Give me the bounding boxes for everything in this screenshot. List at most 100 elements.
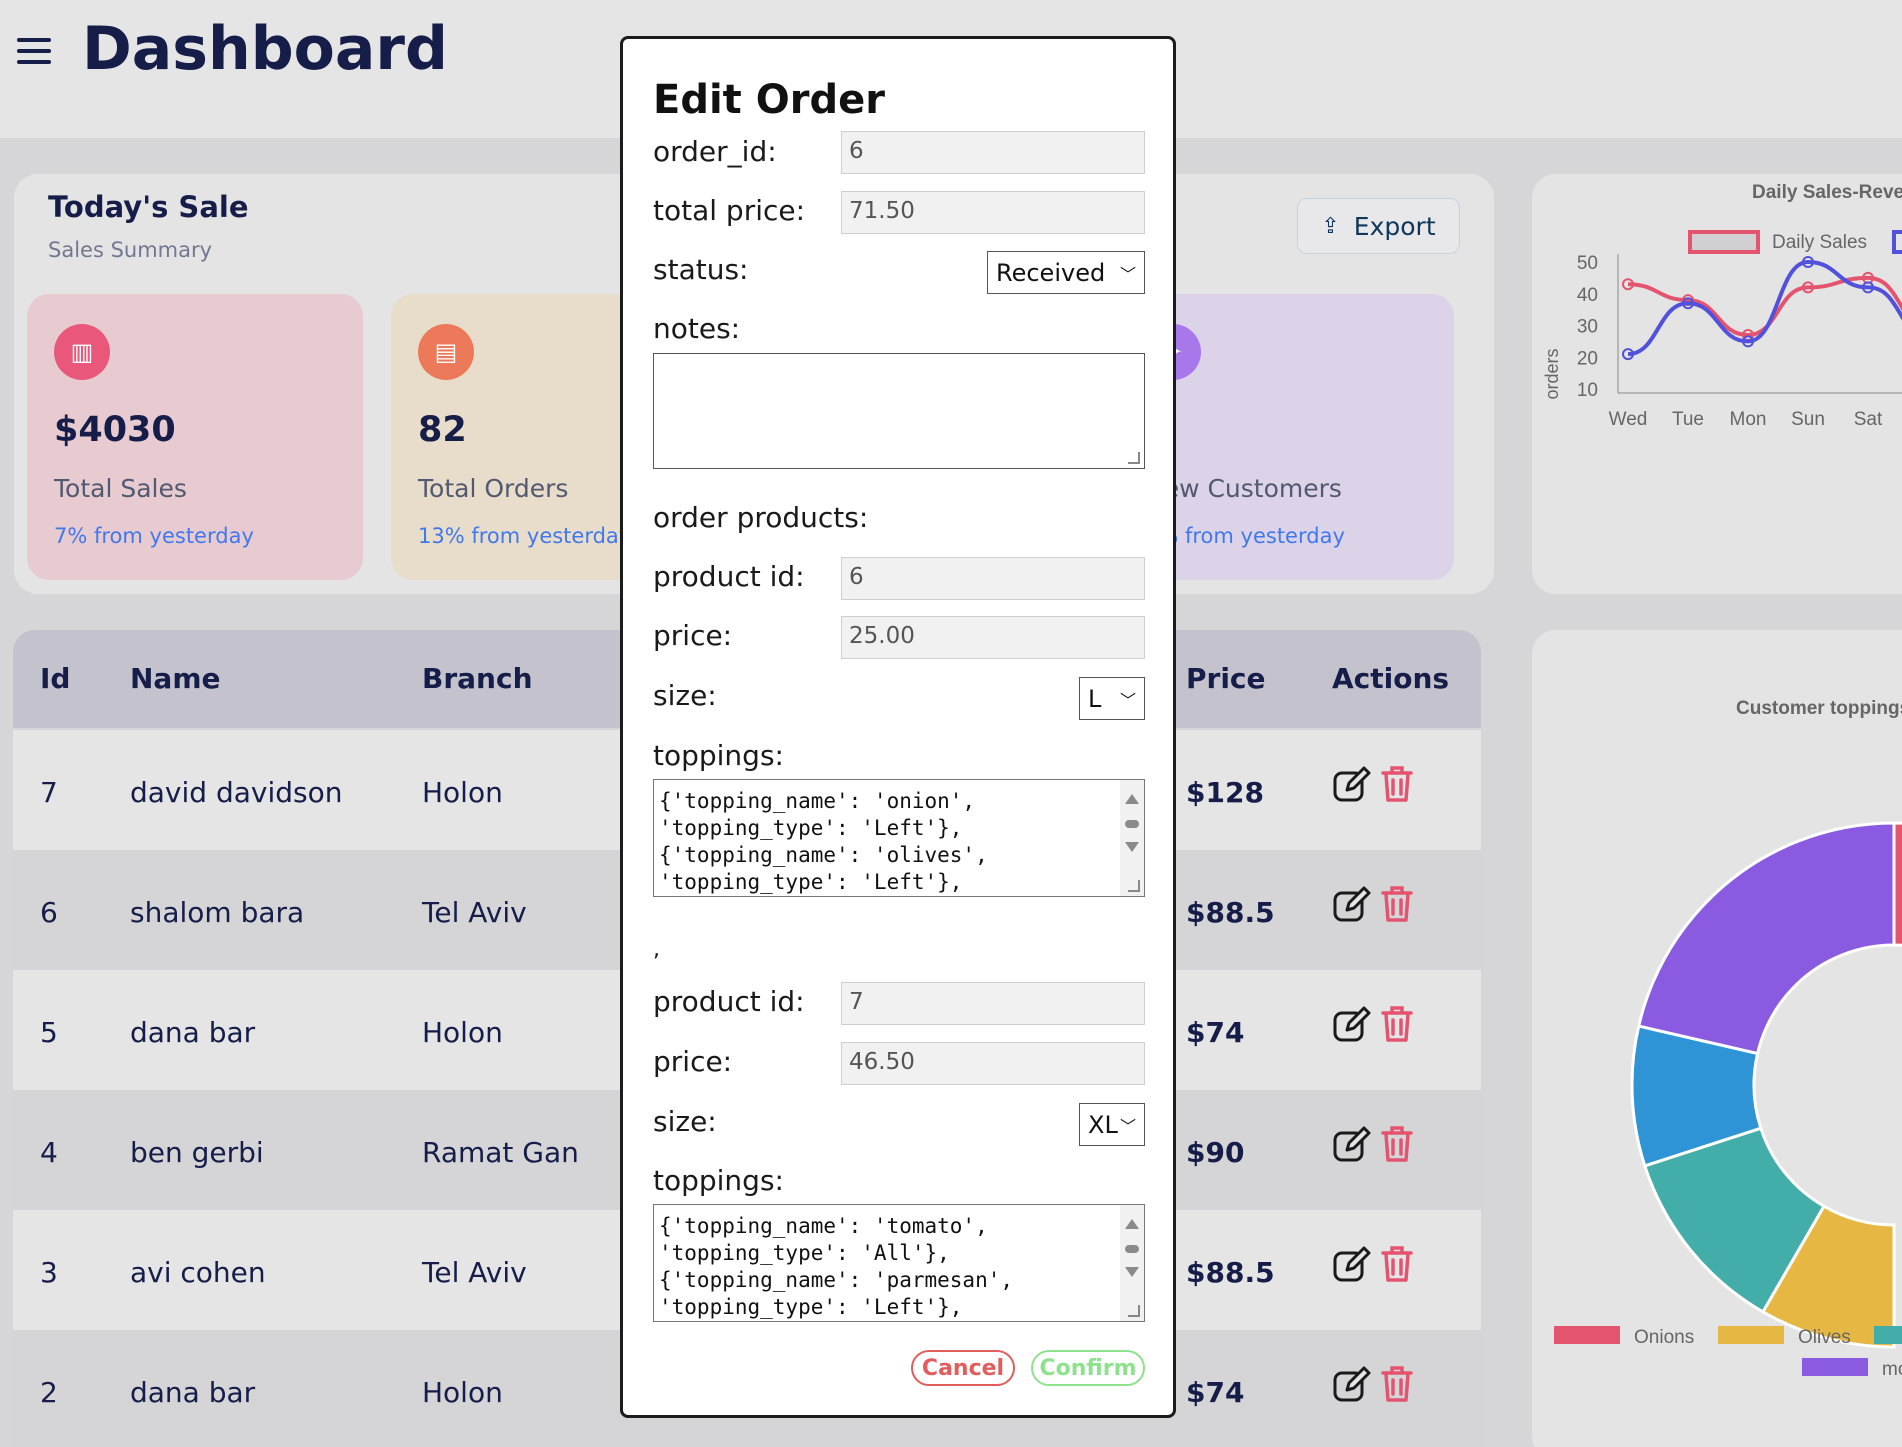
cell-id: 2 <box>40 1376 58 1409</box>
x-tick-label: Sat <box>1854 409 1883 430</box>
trash-icon[interactable] <box>1380 884 1414 924</box>
product-id-input[interactable]: 6 <box>841 557 1145 600</box>
edit-icon[interactable] <box>1332 884 1372 924</box>
cell-price: $88.5 <box>1186 1256 1275 1289</box>
toppings-label: toppings: <box>653 739 784 772</box>
upload-icon: ⇪ <box>1321 213 1340 239</box>
order-id-input[interactable]: 6 <box>841 131 1145 174</box>
x-tick-label: Wed <box>1609 409 1648 430</box>
product-price-label: price: <box>653 1045 733 1078</box>
total-orders-value: 82 <box>418 410 467 450</box>
product-id-input[interactable]: 7 <box>841 982 1145 1025</box>
order-id-label: order_id: <box>653 135 777 168</box>
cell-id: 3 <box>40 1256 58 1289</box>
size-value: L <box>1088 684 1102 713</box>
series-line <box>1627 259 1902 357</box>
bar-chart-icon: ▥ <box>54 324 110 380</box>
legend-label: Olives <box>1798 1327 1851 1348</box>
trash-icon[interactable] <box>1380 1004 1414 1044</box>
row-actions <box>1332 1244 1414 1284</box>
cell-name: ben gerbi <box>130 1136 264 1169</box>
legend-swatch <box>1554 1326 1620 1344</box>
cell-name: dana bar <box>130 1376 256 1409</box>
cell-id: 4 <box>40 1136 58 1169</box>
edit-icon[interactable] <box>1332 1004 1372 1044</box>
cell-price: $128 <box>1186 776 1264 809</box>
total-orders-delta: 13% from yesterday <box>418 524 632 548</box>
size-select[interactable]: XL ﹀ <box>1079 1103 1145 1146</box>
toppings-textarea[interactable]: {'topping_name': 'tomato', 'topping_type… <box>653 1204 1145 1322</box>
cell-name: shalom bara <box>130 896 305 929</box>
cell-id: 7 <box>40 776 58 809</box>
chart-title: Customer toppings <box>1736 698 1902 719</box>
edit-icon[interactable] <box>1332 1364 1372 1404</box>
cell-id: 6 <box>40 896 58 929</box>
edit-icon[interactable] <box>1332 764 1372 804</box>
trash-icon[interactable] <box>1380 1124 1414 1164</box>
chevron-down-icon: ﹀ <box>1119 1116 1136 1136</box>
row-actions <box>1332 1124 1414 1164</box>
product-price-input[interactable]: 25.00 <box>841 616 1145 659</box>
legend-label: Daily Sales <box>1772 232 1867 253</box>
hamburger-menu-icon[interactable] <box>17 38 51 64</box>
textarea-scrollbar[interactable] <box>1120 780 1144 896</box>
total-sales-value: $4030 <box>54 410 176 450</box>
resize-handle-icon[interactable] <box>1128 452 1140 464</box>
row-actions <box>1332 1364 1414 1404</box>
daily-sales-line-chart: Daily Sales-Revenue Daily Sales orders 10 20… <box>1542 182 1902 430</box>
x-tick-label: Tue <box>1672 409 1704 430</box>
daily-sales-chart-panel: Daily Sales-Revenue Daily Sales orders 10 20… <box>1532 174 1902 594</box>
cell-branch: Ramat Gan <box>422 1136 579 1169</box>
status-value: Received <box>996 258 1106 287</box>
document-icon: ▤ <box>418 324 474 380</box>
trash-icon[interactable] <box>1380 1244 1414 1284</box>
header-name: Name <box>130 662 221 695</box>
size-value: XL <box>1088 1110 1118 1139</box>
export-label: Export <box>1353 211 1436 241</box>
export-button[interactable]: ⇪ Export <box>1297 198 1460 254</box>
total-price-label: total price: <box>653 194 806 227</box>
total-orders-label: Total Orders <box>418 474 569 503</box>
total-sales-label: Total Sales <box>54 474 187 503</box>
cancel-button[interactable]: Cancel <box>911 1350 1015 1386</box>
total-sales-delta: 7% from yesterday <box>54 524 254 548</box>
legend-label: Onions <box>1634 1327 1694 1348</box>
legend-label: mo <box>1882 1359 1902 1380</box>
toppings-label: toppings: <box>653 1164 784 1197</box>
x-tick-label: Sun <box>1791 409 1825 430</box>
toppings-textarea[interactable]: {'topping_name': 'onion', 'topping_type'… <box>653 779 1145 897</box>
product-price-input[interactable]: 46.50 <box>841 1042 1145 1085</box>
resize-handle-icon[interactable] <box>1128 880 1140 892</box>
size-label: size: <box>653 679 717 712</box>
row-actions <box>1332 764 1414 804</box>
modal-title: Edit Order <box>653 77 885 123</box>
textarea-scrollbar[interactable] <box>1120 1205 1144 1321</box>
total-price-input[interactable]: 71.50 <box>841 191 1145 234</box>
trash-icon[interactable] <box>1380 1364 1414 1404</box>
confirm-button[interactable]: Confirm <box>1031 1350 1145 1386</box>
total-sales-card: ▥ $4030 Total Sales 7% from yesterday <box>27 294 363 580</box>
row-actions <box>1332 884 1414 924</box>
size-select[interactable]: L ﹀ <box>1079 677 1145 720</box>
product-id-label: product id: <box>653 985 805 1018</box>
page-title: Dashboard <box>82 14 448 84</box>
trash-icon[interactable] <box>1380 764 1414 804</box>
status-select[interactable]: Received ﹀ <box>987 251 1145 294</box>
y-tick-label: 30 <box>1577 317 1598 338</box>
resize-handle-icon[interactable] <box>1128 1305 1140 1317</box>
x-tick-label: Mon <box>1730 409 1767 430</box>
notes-textarea[interactable] <box>653 353 1145 469</box>
y-tick-label: 10 <box>1577 380 1598 401</box>
legend-swatch <box>1688 230 1760 254</box>
edit-icon[interactable] <box>1332 1244 1372 1284</box>
header-branch: Branch <box>422 662 533 695</box>
legend-swatch <box>1874 1326 1902 1344</box>
order-products-label: order products: <box>653 501 869 534</box>
sale-subtitle: Sales Summary <box>48 238 213 262</box>
cell-id: 5 <box>40 1016 58 1049</box>
y-tick-label: 40 <box>1577 285 1598 306</box>
cell-branch: Holon <box>422 776 503 809</box>
edit-icon[interactable] <box>1332 1124 1372 1164</box>
cell-branch: Holon <box>422 1016 503 1049</box>
header-price: Price <box>1186 662 1266 695</box>
